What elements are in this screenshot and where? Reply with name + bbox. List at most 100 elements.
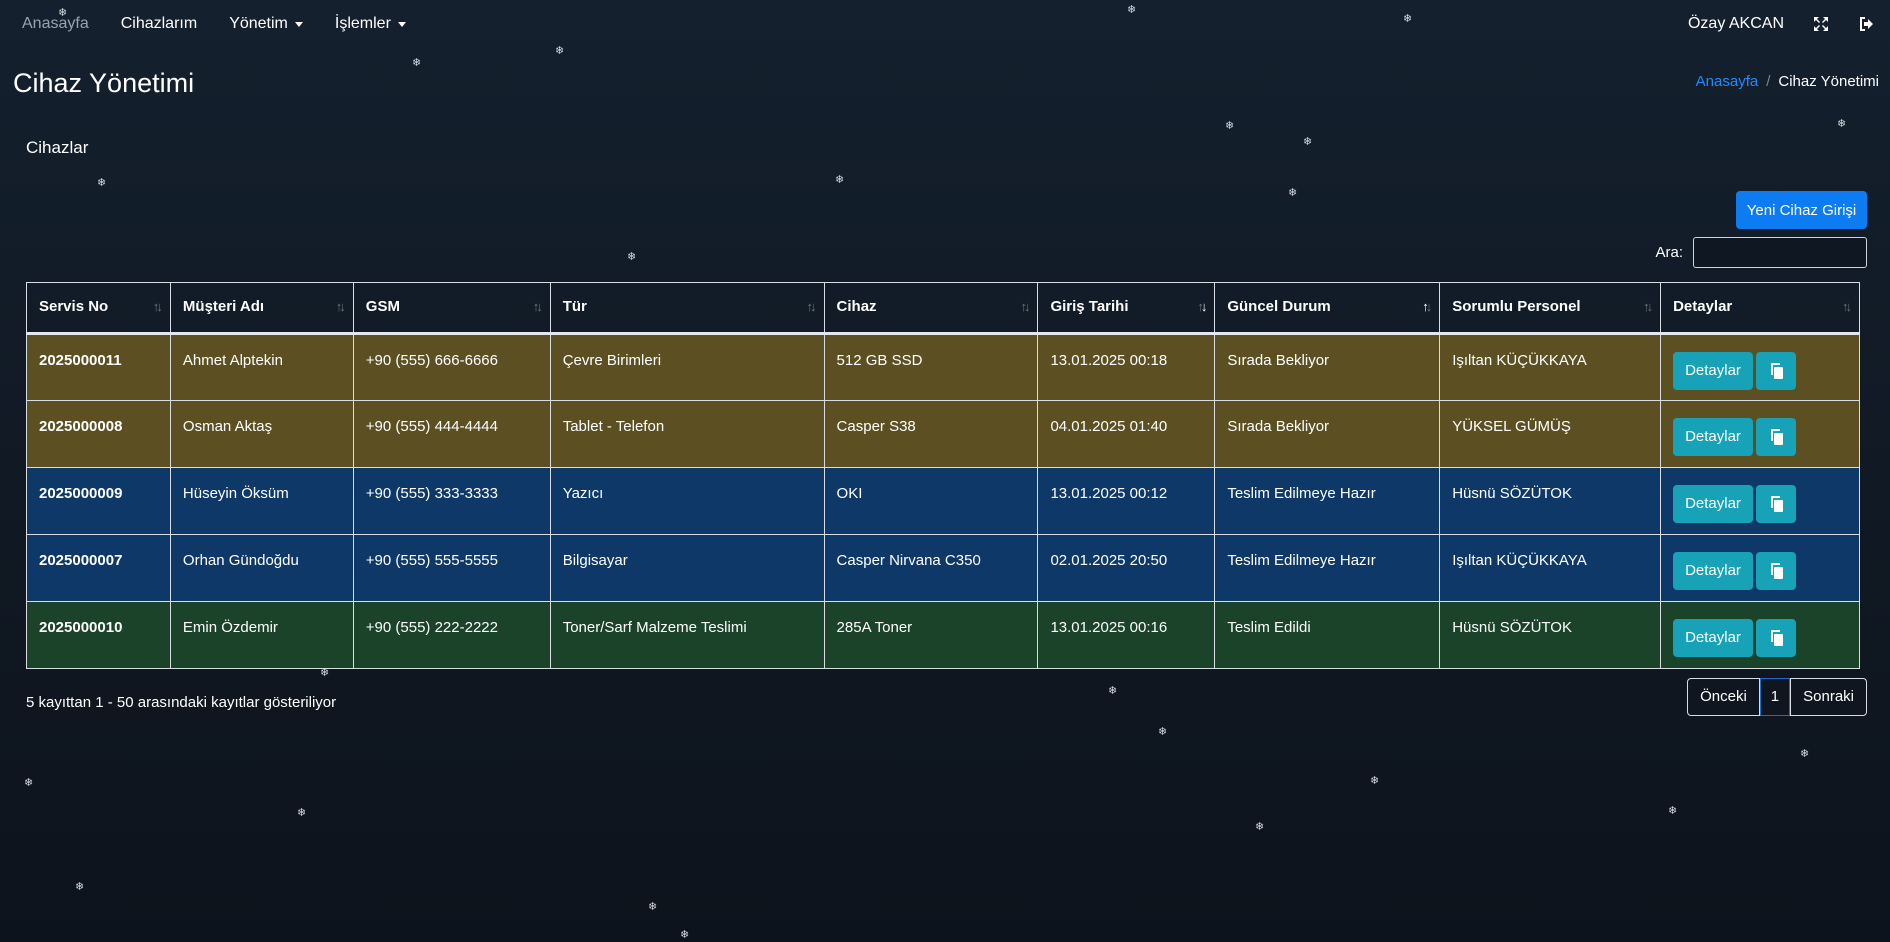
cell-cihaz: Casper S38: [823, 400, 1039, 468]
cell-personel: Işıltan KÜÇÜKKAYA: [1439, 333, 1662, 401]
copy-button[interactable]: [1755, 352, 1796, 390]
nav-menu: Anasayfa Cihazlarım Yönetim İşlemler: [0, 15, 438, 33]
snowflake-icon: ❄: [24, 777, 34, 789]
breadcrumb: Anasayfa / Cihaz Yönetimi: [1696, 73, 1879, 90]
copy-button[interactable]: [1755, 418, 1796, 456]
cell-gsm: +90 (555) 444-4444: [352, 400, 551, 468]
cell-gsm: +90 (555) 555-5555: [352, 534, 551, 602]
cell-servis-no: 2025000009: [26, 467, 171, 535]
cell-servis-no: 2025000011: [26, 333, 171, 401]
cell-personel: YÜKSEL GÜMÜŞ: [1439, 400, 1662, 468]
column-header-servis-no[interactable]: Servis No ↑↓: [26, 282, 171, 335]
snowflake-icon: ❄: [1108, 685, 1118, 697]
copy-button[interactable]: [1755, 552, 1796, 590]
snowflake-icon: ❄: [1303, 136, 1313, 148]
column-header-label: Servis No: [39, 298, 109, 315]
nav-devices-link[interactable]: Cihazlarım: [121, 15, 197, 33]
copy-icon: [1770, 630, 1783, 646]
column-header-guncel-durum[interactable]: Güncel Durum ↑↓: [1214, 282, 1441, 335]
snowflake-icon: ❄: [297, 807, 307, 819]
search-label: Ara:: [1655, 244, 1683, 261]
copy-icon: [1770, 429, 1783, 445]
cell-actions: Detaylar: [1660, 333, 1860, 401]
nav-operations-label: İşlemler: [334, 15, 391, 32]
details-button[interactable]: Detaylar: [1673, 352, 1753, 390]
cell-personel: Hüsnü SÖZÜTOK: [1439, 601, 1662, 669]
column-header-cihaz[interactable]: Cihaz ↑↓: [823, 282, 1039, 335]
cell-durum: Teslim Edildi: [1214, 601, 1441, 669]
cell-personel: Işıltan KÜÇÜKKAYA: [1439, 534, 1662, 602]
table-header-row: Servis No ↑↓ Müşteri Adı ↑↓ GSM ↑↓ Tür ↑↓ Ci…: [26, 282, 1860, 335]
sort-icon: ↑↓: [152, 299, 163, 314]
table-row: 2025000010 Emin Özdemir +90 (555) 222-22…: [26, 601, 1860, 669]
user-name-link[interactable]: Özay AKCAN: [1688, 15, 1784, 33]
cell-durum: Sırada Bekliyor: [1214, 400, 1441, 468]
details-button[interactable]: Detaylar: [1673, 552, 1753, 590]
column-header-label: Detaylar: [1673, 298, 1733, 315]
column-header-musteri[interactable]: Müşteri Adı ↑↓: [169, 282, 354, 335]
cell-actions: Detaylar: [1660, 467, 1860, 535]
column-header-detaylar[interactable]: Detaylar ↑↓: [1660, 282, 1860, 335]
sort-asc-icon: ↑↓: [1422, 299, 1432, 314]
cell-cihaz: Casper Nirvana C350: [823, 534, 1039, 602]
sort-icon: ↑↓: [806, 299, 817, 314]
nav-management-dropdown[interactable]: Yönetim: [229, 15, 303, 33]
column-header-label: Sorumlu Personel: [1452, 298, 1581, 315]
column-header-giris-tarihi[interactable]: Giriş Tarihi ↑↓: [1037, 282, 1216, 335]
sort-icon: ↑↓: [1020, 299, 1030, 314]
expand-icon[interactable]: [1812, 15, 1830, 33]
snowflake-icon: ❄: [1800, 748, 1810, 760]
cell-giris-tarihi: 04.01.2025 01:40: [1037, 400, 1216, 468]
snowflake-icon: ❄: [648, 901, 658, 913]
column-header-label: Güncel Durum: [1227, 298, 1331, 315]
cell-giris-tarihi: 13.01.2025 00:12: [1037, 467, 1216, 535]
pagination: Önceki 1 Sonraki: [1687, 678, 1867, 716]
copy-icon: [1770, 563, 1783, 579]
column-header-sorumlu[interactable]: Sorumlu Personel ↑↓: [1439, 282, 1662, 335]
snowflake-icon: ❄: [1288, 187, 1298, 199]
cell-actions: Detaylar: [1660, 534, 1860, 602]
snowflake-icon: ❄: [1255, 821, 1265, 833]
caret-down-icon: [294, 21, 303, 27]
logout-icon[interactable]: [1858, 15, 1876, 33]
cell-gsm: +90 (555) 666-6666: [352, 333, 551, 401]
new-device-button[interactable]: Yeni Cihaz Girişi: [1736, 191, 1867, 229]
cell-musteri: Ahmet Alptekin: [169, 333, 354, 401]
cell-giris-tarihi: 02.01.2025 20:50: [1037, 534, 1216, 602]
copy-button[interactable]: [1755, 485, 1796, 523]
nav-user-area: Özay AKCAN: [1688, 0, 1876, 48]
column-header-tur[interactable]: Tür ↑↓: [549, 282, 825, 335]
snowflake-icon: ❄: [1668, 805, 1678, 817]
top-navbar: Anasayfa Cihazlarım Yönetim İşlemler Öza…: [0, 0, 1890, 48]
cell-servis-no: 2025000008: [26, 400, 171, 468]
pagination-previous-button[interactable]: Önceki: [1687, 678, 1760, 716]
cell-actions: Detaylar: [1660, 601, 1860, 669]
column-header-label: Tür: [562, 298, 587, 315]
sort-desc-icon: ↑↓: [1197, 299, 1207, 314]
details-button[interactable]: Detaylar: [1673, 418, 1753, 456]
pagination-next-button[interactable]: Sonraki: [1790, 678, 1867, 716]
table-info-text: 5 kayıttan 1 - 50 arasındaki kayıtlar gö…: [26, 694, 337, 711]
nav-operations-dropdown[interactable]: İşlemler: [335, 15, 406, 33]
column-header-gsm[interactable]: GSM ↑↓: [352, 282, 551, 335]
search-input[interactable]: [1693, 237, 1867, 268]
search-box: Ara:: [1655, 237, 1867, 268]
breadcrumb-home-link[interactable]: Anasayfa: [1696, 73, 1759, 90]
table-row: 2025000009 Hüseyin Öksüm +90 (555) 333-3…: [26, 467, 1860, 535]
table-row: 2025000008 Osman Aktaş +90 (555) 444-444…: [26, 400, 1860, 468]
snowflake-icon: ❄: [1225, 120, 1235, 132]
nav-home-link[interactable]: Anasayfa: [22, 15, 89, 33]
cell-durum: Teslim Edilmeye Hazır: [1214, 534, 1441, 602]
cell-tur: Bilgisayar: [549, 534, 825, 602]
column-header-label: Giriş Tarihi: [1050, 298, 1129, 315]
cell-tur: Tablet - Telefon: [549, 400, 825, 468]
cell-tur: Çevre Birimleri: [549, 333, 825, 401]
details-button[interactable]: Detaylar: [1673, 485, 1753, 523]
table-row: 2025000007 Orhan Gündoğdu +90 (555) 555-…: [26, 534, 1860, 602]
pagination-page-1[interactable]: 1: [1759, 678, 1791, 716]
snowflake-icon: ❄: [627, 251, 637, 263]
cell-durum: Teslim Edilmeye Hazır: [1214, 467, 1441, 535]
sort-icon: ↑↓: [532, 299, 543, 314]
copy-button[interactable]: [1755, 619, 1796, 657]
details-button[interactable]: Detaylar: [1673, 619, 1753, 657]
